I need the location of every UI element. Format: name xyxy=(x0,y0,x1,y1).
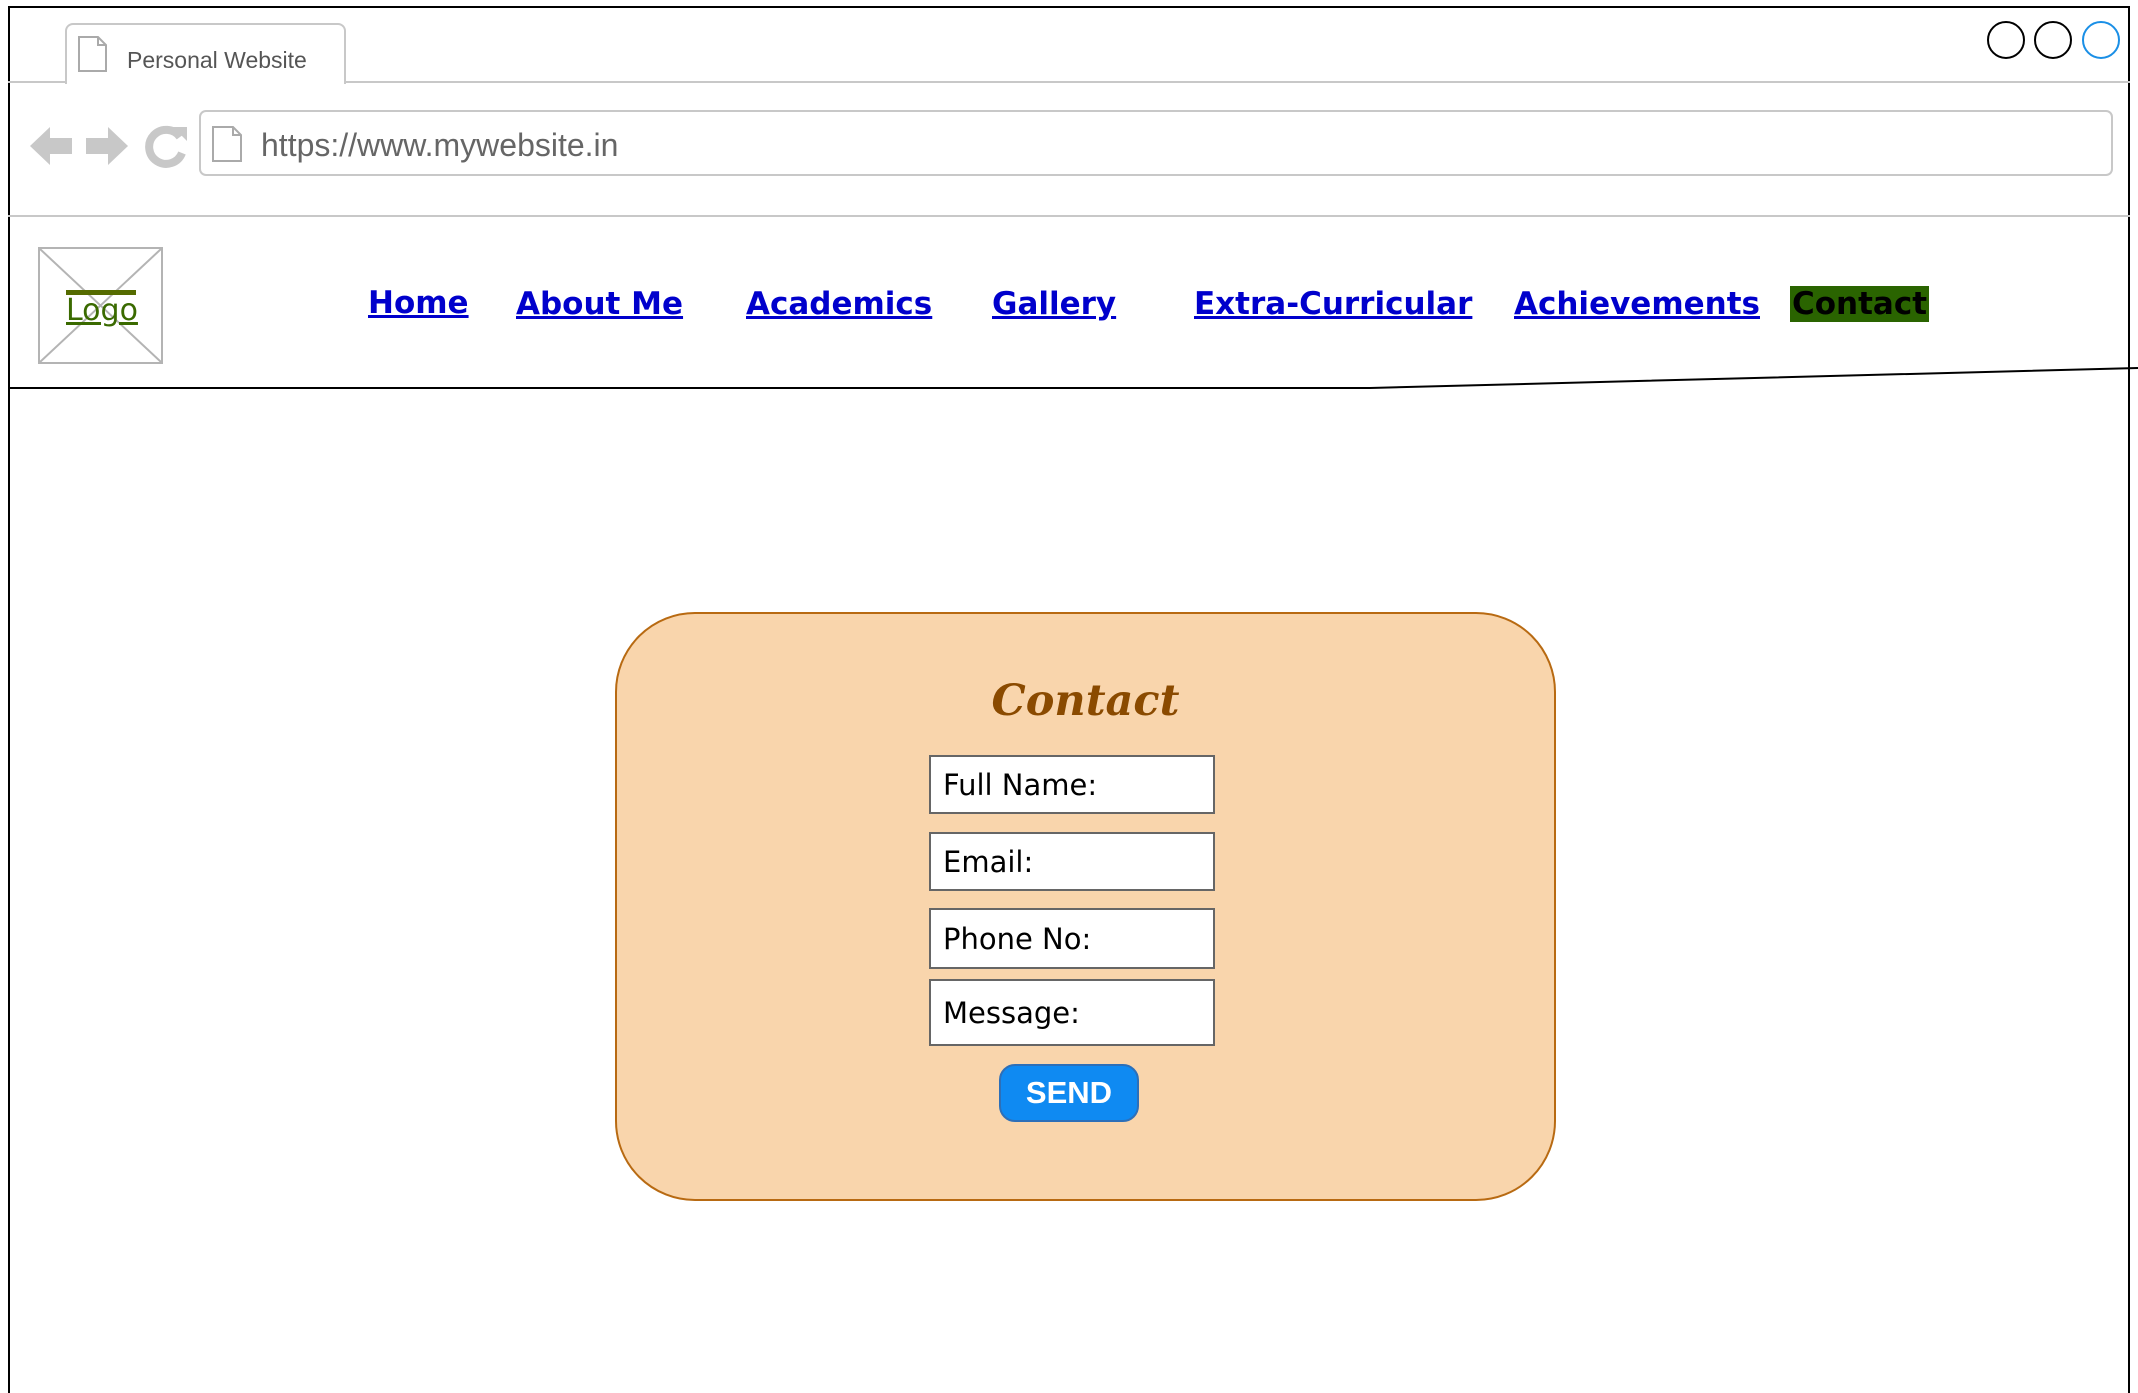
full-name-field[interactable]: Full Name: xyxy=(929,755,1215,814)
phone-field[interactable]: Phone No: xyxy=(929,908,1215,969)
contact-card: Contact Full Name: Email: Phone No: Mess… xyxy=(615,612,1556,1201)
header-divider xyxy=(8,367,2138,389)
email-field[interactable]: Email: xyxy=(929,832,1215,891)
message-field[interactable]: Message: xyxy=(929,979,1215,1046)
send-button[interactable]: SEND xyxy=(999,1064,1139,1122)
contact-title: Contact xyxy=(991,676,1180,726)
